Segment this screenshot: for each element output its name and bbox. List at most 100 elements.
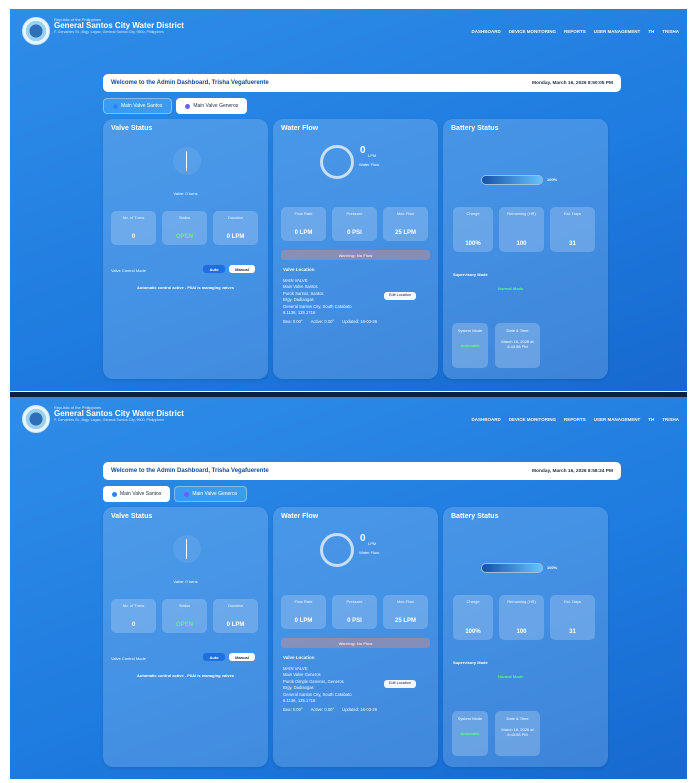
- edit-location-button[interactable]: Edit Location: [384, 680, 416, 688]
- valve-status-title: Valve Status: [111, 125, 153, 132]
- manual-button[interactable]: Manual: [229, 653, 255, 661]
- date-time-value: March 16, 2026 at 8:43:58 PM: [501, 339, 534, 350]
- stat-label: Flow Rate: [294, 211, 313, 216]
- stat-label: Duration: [227, 215, 244, 220]
- top-navigation: DASHBOARD DEVICE MONITORING REPORTS USER…: [472, 29, 679, 34]
- nav-device-monitoring[interactable]: DEVICE MONITORING: [509, 29, 556, 34]
- brand-address: F. Cervantes St., Brgy. Lagao, General S…: [54, 417, 164, 422]
- location-line: 6.1136, 125.1716: [283, 698, 316, 704]
- welcome-banner: Welcome to the Admin Dashboard, Trisha V…: [103, 74, 621, 92]
- control-note: Automatic control active - PI/AI is mana…: [137, 285, 234, 290]
- valve-tabs: Main Valve Santos Main Valve Generos: [103, 98, 248, 114]
- tab-dot-icon: [184, 491, 190, 497]
- welcome-text: Welcome to the Admin Dashboard, Trisha V…: [111, 80, 269, 86]
- nav-profile-initials[interactable]: TH: [648, 29, 654, 34]
- stat-label: Remaining (HR): [507, 599, 536, 604]
- stat-value: 0 PSI: [347, 230, 362, 236]
- system-mode-label: System Mode: [457, 328, 483, 333]
- valve-gauge-label: Valve: 0 turns: [173, 191, 198, 196]
- tab-label: Main Valve Generos: [193, 103, 239, 109]
- tab-main-valve-santos[interactable]: Main Valve Santos: [103, 486, 171, 502]
- stat-value: 25 LPM: [394, 618, 416, 624]
- stat-label: Max Flow: [396, 211, 415, 216]
- stat-label: Flow Rate: [294, 599, 313, 604]
- water-flow-title: Water Flow: [281, 125, 319, 132]
- valve-status-title: Valve Status: [111, 513, 153, 520]
- welcome-datetime: Monday, March 16, 2026 8:58:24 PM: [532, 468, 613, 474]
- tab-main-valve-generos[interactable]: Main Valve Generos: [176, 98, 248, 114]
- battery-stat-days: Est. Days 31: [550, 207, 595, 252]
- supervisory-title: Supervisory Mode: [453, 660, 488, 665]
- date-time-box: Date & Time March 16, 2026 at 8:43:58 PM: [495, 323, 540, 368]
- nav-dashboard[interactable]: DASHBOARD: [472, 29, 501, 34]
- battery-stat-remaining: Remaining (HR) 100: [499, 595, 544, 640]
- battery-stat-charge: Charge 100%: [453, 207, 493, 252]
- nav-user-management[interactable]: USER MANAGEMENT: [594, 417, 641, 422]
- nav-profile-initials[interactable]: TH: [648, 417, 654, 422]
- nav-profile-name[interactable]: TRISHA: [662, 417, 679, 422]
- flow-ring-icon: [320, 145, 354, 179]
- stat-value: 25 LPM: [394, 230, 416, 236]
- stat-label: Charge: [466, 599, 480, 604]
- stat-value: 31: [569, 629, 576, 635]
- welcome-text: Welcome to the Admin Dashboard, Trisha V…: [111, 468, 269, 474]
- manual-button[interactable]: Manual: [229, 265, 255, 273]
- valve-gauge-icon: [173, 147, 201, 175]
- control-note: Automatic control active - PI/AI is mana…: [137, 673, 234, 678]
- stat-value: OPEN: [175, 234, 193, 240]
- nav-profile-name[interactable]: TRISHA: [662, 29, 679, 34]
- flow-caption: Water Flow: [359, 162, 380, 167]
- stat-value: 100%: [465, 629, 481, 635]
- valve-stat-status: Status OPEN: [162, 211, 207, 245]
- welcome-datetime: Monday, March 16, 2026 8:50:05 PM: [532, 80, 613, 86]
- flow-unit: LPM: [368, 541, 377, 546]
- stat-value: 0 LPM: [294, 230, 313, 236]
- location-footer: Active: 0.00°: [310, 706, 335, 712]
- edit-location-button[interactable]: Edit Location: [384, 292, 416, 300]
- system-mode-box: System Mode Automatic: [452, 323, 488, 368]
- stat-value: 100: [516, 241, 527, 247]
- location-line: 6.1136, 125.1716: [283, 310, 316, 316]
- flow-ring-icon: [320, 533, 354, 567]
- system-mode-value: Automatic: [460, 731, 480, 736]
- location-title: Valve Location: [283, 267, 315, 272]
- valve-status-card: Valve Status Valve: 0 turns No. of Turns…: [103, 119, 268, 379]
- date-time-label: Date & Time: [506, 328, 529, 333]
- valve-gauge-label: Valve: 0 turns: [173, 579, 198, 584]
- nav-reports[interactable]: REPORTS: [564, 29, 586, 34]
- tab-dot-icon: [113, 103, 118, 109]
- nav-dashboard[interactable]: DASHBOARD: [472, 417, 501, 422]
- flow-stat-max: Max Flow 25 LPM: [383, 595, 428, 629]
- tab-main-valve-santos[interactable]: Main Valve Santos: [103, 98, 173, 114]
- tab-main-valve-generos[interactable]: Main Valve Generos: [174, 486, 248, 502]
- flow-warning: Warning: No Flow: [281, 638, 430, 648]
- stat-label: Max Flow: [396, 599, 415, 604]
- brand-address: F. Cervantes St., Brgy. Lagao, General S…: [54, 29, 164, 34]
- valve-location-panel: Valve Location MAIN VALVE Main Valve San…: [283, 267, 423, 351]
- battery-bar: [481, 175, 543, 185]
- valve-tabs: Main Valve Santos Main Valve Generos: [103, 486, 248, 502]
- app-header: Republic of the Philippines General Sant…: [10, 9, 687, 51]
- date-time-label: Date & Time: [506, 716, 529, 721]
- flow-stat-rate: Flow Rate 0 LPM: [281, 207, 326, 241]
- auto-button[interactable]: Auto: [203, 265, 225, 273]
- battery-status-title: Battery Status: [451, 513, 499, 520]
- date-time-value: March 16, 2026 at 8:43:58 PM: [501, 727, 534, 738]
- nav-device-monitoring[interactable]: DEVICE MONITORING: [509, 417, 556, 422]
- flow-stat-pressure: Pressure 0 PSI: [332, 207, 377, 241]
- stat-label: Est. Days: [563, 599, 582, 604]
- brand-block: Republic of the Philippines General Sant…: [54, 405, 184, 422]
- system-mode-value: Automatic: [460, 343, 480, 348]
- logo-icon: [22, 17, 50, 45]
- nav-user-management[interactable]: USER MANAGEMENT: [594, 29, 641, 34]
- brand-block: Republic of the Philippines General Sant…: [54, 17, 184, 34]
- nav-reports[interactable]: REPORTS: [564, 417, 586, 422]
- top-navigation: DASHBOARD DEVICE MONITORING REPORTS USER…: [472, 417, 679, 422]
- supervisory-status: Normal Mode: [498, 286, 524, 291]
- valve-stat-turns: No. of Turns 0: [111, 599, 156, 633]
- location-footer: Bea: 0.00°: [283, 706, 303, 712]
- battery-stat-charge: Charge 100%: [453, 595, 493, 640]
- location-footer: Updated: 16-03-26: [342, 318, 378, 324]
- location-title: Valve Location: [283, 655, 315, 660]
- auto-button[interactable]: Auto: [203, 653, 225, 661]
